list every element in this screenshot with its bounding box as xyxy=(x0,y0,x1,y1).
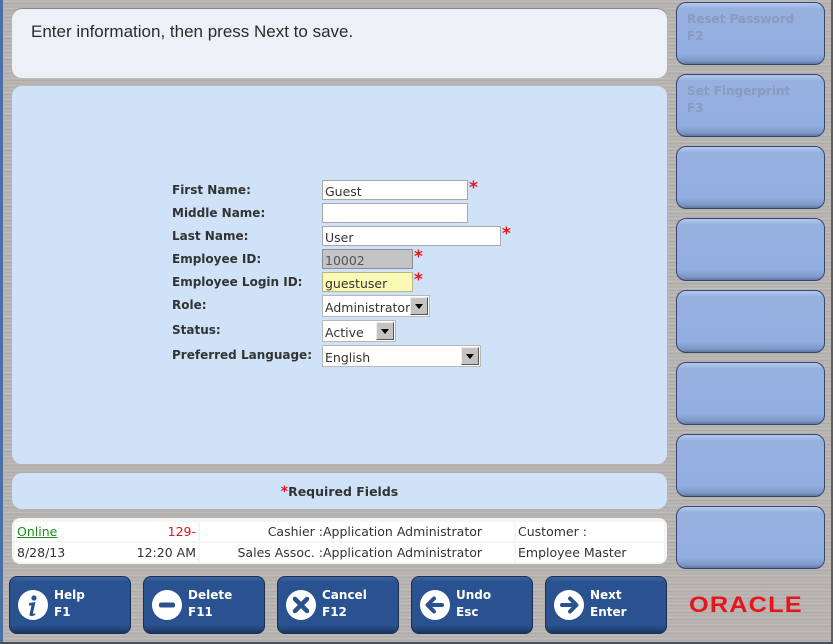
window-frame-left xyxy=(0,0,3,644)
help-button[interactable]: Help F1 xyxy=(9,576,131,634)
oracle-logo: ORACLE xyxy=(689,592,803,617)
employee-id-label: Employee ID: xyxy=(172,252,262,266)
role-select-value: Administrator xyxy=(325,300,411,315)
first-name-input[interactable] xyxy=(322,180,468,200)
status-label: Status: xyxy=(172,323,221,337)
cashier-value: Application Administrator xyxy=(323,524,483,539)
preferred-language-select-value: English xyxy=(325,350,371,365)
employee-form-panel: First Name: * Middle Name: Last Name: * … xyxy=(12,86,667,464)
last-name-input[interactable] xyxy=(322,226,501,246)
employee-login-id-input[interactable] xyxy=(322,272,413,292)
online-status-cell: Online xyxy=(15,522,127,541)
reset-password-button[interactable]: Reset Password F2 xyxy=(676,2,825,65)
transaction-number: 129- xyxy=(125,522,198,541)
reset-password-label: Reset Password F2 xyxy=(687,12,795,43)
employee-id-input xyxy=(322,249,413,269)
cashier-label: Cashier : xyxy=(267,524,323,539)
middle-name-input[interactable] xyxy=(322,203,468,223)
sales-assoc-label: Sales Assoc. : xyxy=(237,545,324,560)
required-fields-panel: *Required Fields xyxy=(12,473,667,509)
employee-login-id-label: Employee Login ID: xyxy=(172,275,303,289)
delete-button[interactable]: Delete F11 xyxy=(143,576,265,634)
chevron-down-icon[interactable] xyxy=(376,322,394,340)
role-label: Role: xyxy=(172,298,207,312)
date-cell: 8/28/13 xyxy=(15,543,127,562)
screen-name: Employee Master xyxy=(516,543,664,562)
delete-label: Delete F11 xyxy=(188,588,233,619)
time-cell: 12:20 AM xyxy=(125,543,198,562)
online-status-link[interactable]: Online xyxy=(17,524,57,539)
required-star: * xyxy=(414,270,423,290)
arrow-right-icon xyxy=(554,590,584,620)
x-circle-icon xyxy=(286,590,316,620)
cashier-cell: Cashier :Application Administrator xyxy=(200,522,514,541)
cancel-button[interactable]: Cancel F12 xyxy=(277,576,399,634)
undo-button[interactable]: Undo Esc xyxy=(411,576,533,634)
chevron-down-icon[interactable] xyxy=(410,297,428,315)
info-icon xyxy=(18,590,48,620)
middle-name-label: Middle Name: xyxy=(172,206,266,220)
side-button-3[interactable] xyxy=(676,146,825,209)
status-select[interactable]: Active xyxy=(322,320,396,342)
side-button-4[interactable] xyxy=(676,218,825,281)
undo-label: Undo Esc xyxy=(456,588,492,619)
side-button-5[interactable] xyxy=(676,290,825,353)
last-name-label: Last Name: xyxy=(172,229,249,243)
customer-label: Customer : xyxy=(516,522,664,541)
preferred-language-select[interactable]: English xyxy=(322,345,481,367)
set-fingerprint-button[interactable]: Set Fingerprint F3 xyxy=(676,74,825,137)
help-label: Help F1 xyxy=(54,588,85,619)
required-fields-text: Required Fields xyxy=(288,484,399,499)
minus-circle-icon xyxy=(152,590,182,620)
sales-assoc-value: Application Administrator xyxy=(323,545,483,560)
required-star: * xyxy=(280,484,289,500)
side-button-6[interactable] xyxy=(676,362,825,425)
chevron-down-icon[interactable] xyxy=(461,347,479,365)
cancel-label: Cancel F12 xyxy=(322,588,367,619)
next-button[interactable]: Next Enter xyxy=(545,576,667,634)
side-button-7[interactable] xyxy=(676,434,825,497)
next-label: Next Enter xyxy=(590,588,627,619)
arrow-left-icon xyxy=(420,590,450,620)
sales-assoc-cell: Sales Assoc. :Application Administrator xyxy=(200,543,514,562)
required-star: * xyxy=(469,178,478,198)
first-name-label: First Name: xyxy=(172,183,251,197)
status-bar: Online 129- Cashier :Application Adminis… xyxy=(12,518,667,564)
role-select[interactable]: Administrator xyxy=(322,295,430,317)
status-select-value: Active xyxy=(325,325,364,340)
set-fingerprint-label: Set Fingerprint F3 xyxy=(687,84,791,115)
prompt-panel: Enter information, then press Next to sa… xyxy=(12,8,667,78)
required-star: * xyxy=(502,224,511,244)
preferred-language-label: Preferred Language: xyxy=(172,348,312,362)
prompt-text: Enter information, then press Next to sa… xyxy=(31,22,354,41)
required-star: * xyxy=(414,247,423,267)
required-fields-note: *Required Fields xyxy=(12,484,667,500)
side-button-8[interactable] xyxy=(676,506,825,569)
